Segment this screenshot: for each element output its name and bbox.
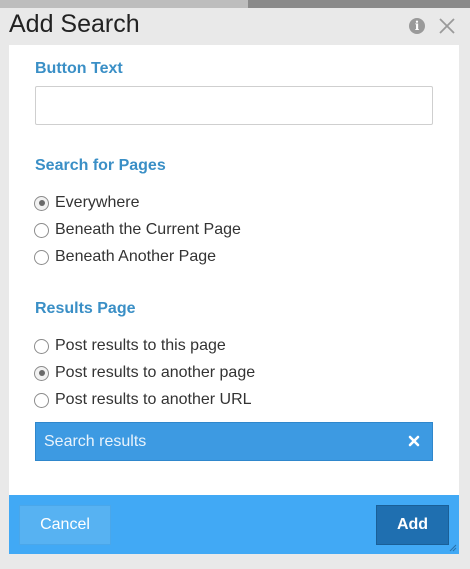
radio-label: Everywhere (55, 194, 140, 211)
radio-everywhere[interactable]: Everywhere (34, 192, 139, 214)
resize-handle-icon[interactable] (449, 544, 457, 552)
radio-label: Post results to another URL (55, 391, 252, 408)
radio-post-to-this-page[interactable]: Post results to this page (34, 335, 226, 357)
radio-button[interactable] (34, 195, 49, 211)
add-button[interactable]: Add (376, 505, 449, 545)
info-icon[interactable]: i (409, 18, 425, 34)
search-for-pages-label: Search for Pages (35, 157, 166, 174)
radio-button[interactable] (34, 222, 49, 238)
radio-label: Post results to this page (55, 337, 226, 354)
dialog-header: Add Search i (0, 6, 470, 44)
radio-button[interactable] (34, 365, 49, 381)
results-page-label: Results Page (35, 300, 136, 317)
selected-results-page[interactable]: Search results (35, 422, 433, 461)
radio-beneath-current-page[interactable]: Beneath the Current Page (34, 219, 241, 241)
radio-button[interactable] (34, 392, 49, 408)
radio-label: Beneath the Current Page (55, 221, 241, 238)
x-icon[interactable] (407, 434, 421, 448)
selected-results-page-label: Search results (44, 433, 147, 450)
radio-button[interactable] (34, 338, 49, 354)
radio-label: Post results to another page (55, 364, 256, 381)
button-text-label: Button Text (35, 60, 123, 77)
dialog-title: Add Search (9, 10, 140, 38)
radio-button[interactable] (34, 249, 49, 265)
close-icon[interactable] (436, 15, 458, 37)
dialog-body: Button Text Search for Pages Everywhere … (9, 45, 459, 495)
radio-label: Beneath Another Page (55, 248, 217, 265)
radio-post-to-another-url[interactable]: Post results to another URL (34, 389, 252, 411)
radio-beneath-another-page[interactable]: Beneath Another Page (34, 246, 216, 268)
cancel-button[interactable]: Cancel (19, 505, 111, 545)
dialog-footer: Cancel Add (9, 495, 459, 554)
button-text-input[interactable] (35, 86, 433, 125)
radio-post-to-another-page[interactable]: Post results to another page (34, 362, 255, 384)
add-search-dialog: Add Search i Button Text Search for Page… (0, 0, 470, 569)
